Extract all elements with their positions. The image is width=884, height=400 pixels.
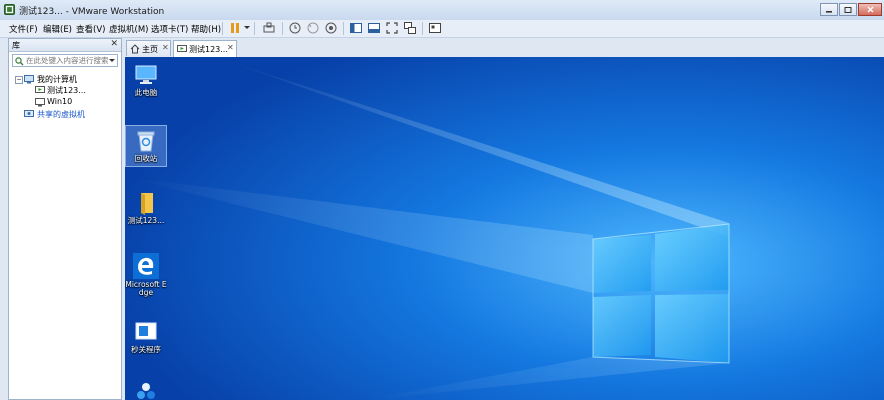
tab-close-button[interactable]: ✕: [227, 43, 234, 52]
desktop-icon-this-pc[interactable]: 此电脑: [125, 63, 167, 97]
menu-file[interactable]: 文件(F): [9, 23, 38, 35]
window-title-bar[interactable]: 测试123... - VMware Workstation: [0, 0, 884, 21]
desktop-icon-folder-test123[interactable]: 测试123...: [125, 191, 167, 225]
desktop-icon-label: 秒关程序: [131, 345, 161, 354]
folder-icon: [141, 193, 153, 215]
vm-running-icon: [177, 45, 187, 52]
toolbar-separator: [254, 22, 255, 35]
tree-item-label: 我的计算机: [37, 75, 77, 84]
close-icon: [867, 6, 874, 13]
restore-icon: [844, 7, 852, 13]
computer-icon: [24, 75, 34, 84]
revert-snapshot-icon: [307, 22, 319, 34]
menu-vm[interactable]: 虚拟机(M): [109, 23, 148, 35]
library-search-box[interactable]: [12, 54, 118, 67]
toolbar-separator: [282, 22, 283, 35]
fullscreen-icon: [386, 22, 398, 34]
tab-label: 测试123...: [189, 45, 228, 54]
recycle-bin-icon: [137, 131, 155, 152]
window-title: 测试123... - VMware Workstation: [19, 7, 165, 17]
pause-button[interactable]: [228, 21, 242, 35]
toolbar-separator: [343, 22, 344, 35]
tab-vm-test123[interactable]: 测试123... ✕: [173, 40, 237, 57]
menu-view[interactable]: 查看(V): [76, 23, 105, 35]
send-ctrl-alt-del-icon: [263, 22, 275, 33]
toolbar-separator: [422, 22, 423, 35]
menu-tabs[interactable]: 选项卡(T): [151, 23, 188, 35]
home-icon: [130, 44, 140, 54]
desktop-icon-edge[interactable]: Microsoft Edge: [125, 253, 167, 297]
desktop-icon-label: 测试123...: [127, 216, 165, 225]
vmware-app-icon: [4, 4, 15, 15]
vm-console-desktop[interactable]: 此电脑 回收站 测试123... Microsoft Edge 秒关程序: [125, 57, 884, 400]
snapshot-manager-button[interactable]: [324, 21, 338, 35]
tree-item-label: Win10: [47, 97, 73, 106]
search-dropdown-arrow[interactable]: [109, 59, 115, 62]
send-ctrl-alt-del-button[interactable]: [262, 21, 276, 35]
tree-collapse-toggle[interactable]: −: [15, 76, 23, 84]
shared-vms-icon: [24, 110, 34, 117]
minimize-button[interactable]: [820, 3, 838, 16]
tab-strip: 主页 ✕ 测试123... ✕: [125, 38, 884, 57]
desktop-icon-label: Microsoft Edge: [125, 280, 167, 297]
tab-home[interactable]: 主页 ✕: [126, 40, 171, 56]
menu-edit[interactable]: 编辑(E): [43, 23, 72, 35]
desktop-icon-recycle-bin[interactable]: 回收站: [125, 125, 167, 167]
unity-icon: [404, 22, 416, 34]
restore-button[interactable]: [839, 3, 857, 16]
tab-label: 主页: [142, 45, 158, 54]
desktop-icon-network[interactable]: [125, 379, 167, 400]
desktop-icon-label: 此电脑: [134, 88, 158, 97]
windows-wallpaper: [125, 57, 884, 400]
edge-icon: [133, 253, 159, 279]
menu-help[interactable]: 帮助(H): [191, 23, 221, 35]
unity-button[interactable]: [403, 21, 417, 35]
app-icon: [135, 322, 157, 340]
library-pane: 库 ✕ − 我的计算机 测试123... Win10 共享的虚拟机: [8, 38, 122, 400]
toolbar-separator: [222, 22, 223, 35]
minimize-icon: [826, 11, 832, 13]
vm-icon: [35, 98, 45, 107]
tree-item-label: 测试123...: [47, 86, 86, 95]
this-pc-icon: [135, 65, 157, 84]
search-icon: [15, 57, 24, 66]
library-close-button[interactable]: ✕: [110, 39, 118, 49]
tree-item-label: 共享的虚拟机: [37, 110, 85, 119]
snapshot-icon: [289, 22, 301, 34]
console-view-icon: [368, 23, 380, 33]
pause-dropdown-arrow[interactable]: [244, 26, 250, 29]
library-search-input[interactable]: [26, 55, 108, 66]
library-title: 库: [12, 41, 20, 50]
desktop-icon-app[interactable]: 秒关程序: [125, 320, 167, 354]
fullscreen-button[interactable]: [385, 21, 399, 35]
pause-icon: [231, 23, 239, 33]
library-view-button[interactable]: [349, 21, 363, 35]
desktop-icon-label: 回收站: [134, 154, 158, 163]
revert-snapshot-button[interactable]: [306, 21, 320, 35]
tab-close-button[interactable]: ✕: [162, 43, 169, 52]
snapshot-manager-icon: [325, 22, 337, 34]
thumbnail-button[interactable]: [428, 21, 442, 35]
menu-bar: 文件(F) 编辑(E) 查看(V) 虚拟机(M) 选项卡(T) 帮助(H): [0, 20, 884, 38]
close-button[interactable]: [858, 3, 882, 16]
library-view-icon: [350, 23, 362, 33]
snapshot-button[interactable]: [288, 21, 302, 35]
network-icon: [137, 383, 155, 399]
vm-running-icon: [35, 86, 45, 93]
console-view-button[interactable]: [367, 21, 381, 35]
library-header: 库 ✕: [9, 39, 121, 52]
thumbnail-icon: [429, 23, 441, 33]
